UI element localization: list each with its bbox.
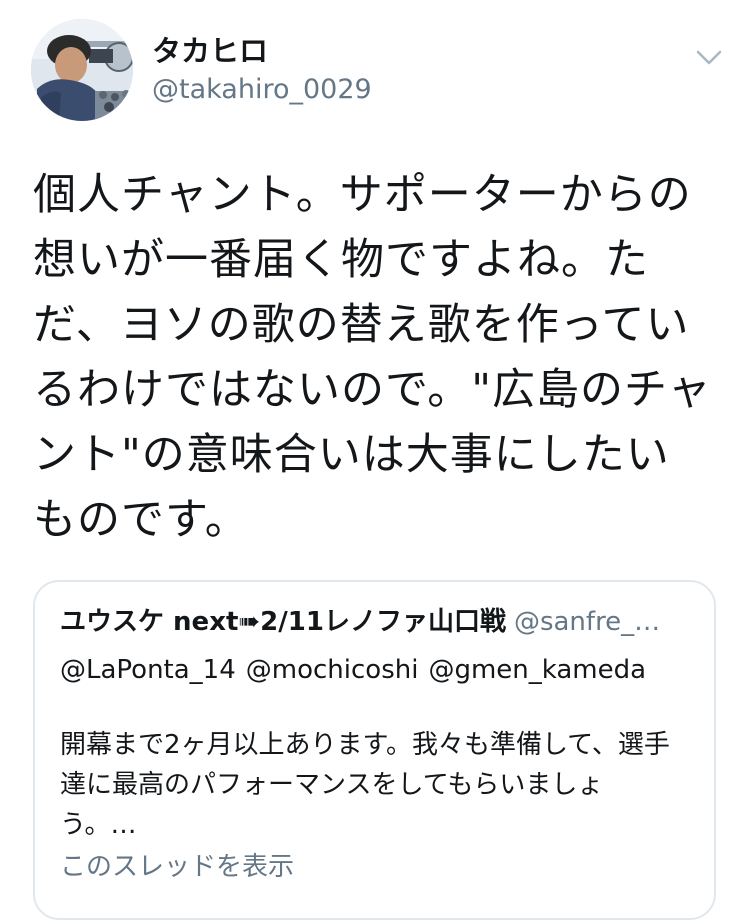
show-thread-link[interactable]: このスレッドを表示 <box>60 847 294 887</box>
quoted-author-name: ユウスケ next➠2/11レノファ山口戦 <box>60 607 506 637</box>
quoted-author-handle: @sanfre_… <box>513 607 661 637</box>
avatar[interactable] <box>31 19 133 121</box>
quoted-tweet-header: ユウスケ next➠2/11レノファ山口戦 @sanfre_… <box>60 602 700 642</box>
mention-link[interactable]: @LaPonta_14 <box>60 655 236 685</box>
chevron-down-icon <box>696 50 722 65</box>
quoted-tweet-text: 開幕まで2ヶ月以上あります。我々も準備して、選手達に最高のパフォーマンスをしても… <box>60 730 670 840</box>
quoted-mentions: @LaPonta_14 @mochicoshi @gmen_kameda <box>60 650 656 690</box>
quoted-tweet-card[interactable]: ユウスケ next➠2/11レノファ山口戦 @sanfre_… @LaPonta_… <box>33 580 716 920</box>
avatar-photo-icon <box>31 19 133 121</box>
author-display-name[interactable]: タカヒロ <box>152 33 268 69</box>
tweet-menu-button[interactable] <box>692 40 726 74</box>
mention-link[interactable]: @gmen_kameda <box>428 655 646 685</box>
mention-link[interactable]: @mochicoshi <box>246 655 419 685</box>
tweet: タカヒロ @takahiro_0029 個人チャント。サポーターからの想いが一番… <box>0 0 750 920</box>
tweet-text: 個人チャント。サポーターからの想いが一番届く物ですよね。ただ、ヨソの歌の替え歌を… <box>33 170 712 545</box>
author-handle[interactable]: @takahiro_0029 <box>152 73 372 107</box>
